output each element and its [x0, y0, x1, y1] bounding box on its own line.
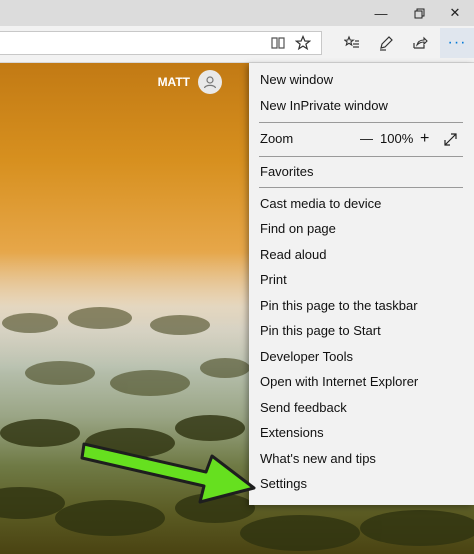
- pointer-arrow: [80, 442, 256, 504]
- web-note-button[interactable]: [370, 28, 402, 58]
- menu-item-cast-media[interactable]: Cast media to device: [260, 191, 381, 216]
- zoom-level: 100%: [380, 131, 414, 146]
- menu-item-send-feedback[interactable]: Send feedback: [260, 395, 347, 420]
- add-favorite-button[interactable]: [287, 28, 319, 58]
- fullscreen-button[interactable]: [444, 126, 457, 151]
- menu-item-print[interactable]: Print: [260, 267, 287, 292]
- menu-item-pin-start[interactable]: Pin this page to Start: [260, 318, 381, 343]
- menu-item-open-ie[interactable]: Open with Internet Explorer: [260, 369, 418, 394]
- minimize-icon: —: [374, 5, 388, 21]
- zoom-row: Zoom — 100% +: [249, 126, 474, 151]
- favorites-hub-button[interactable]: [336, 28, 368, 58]
- menu-item-whats-new[interactable]: What's new and tips: [260, 446, 376, 471]
- title-bar: — ✕: [0, 0, 474, 26]
- menu-divider: [259, 156, 463, 157]
- menu-item-extensions[interactable]: Extensions: [260, 420, 324, 445]
- reading-view-icon: [271, 37, 285, 49]
- zoom-out-button[interactable]: —: [360, 126, 373, 151]
- menu-item-new-inprivate-window[interactable]: New InPrivate window: [260, 93, 388, 118]
- favorites-hub-icon: [344, 35, 359, 48]
- web-note-icon: [380, 36, 393, 51]
- menu-item-pin-taskbar[interactable]: Pin this page to the taskbar: [260, 293, 418, 318]
- menu-item-new-window[interactable]: New window: [260, 67, 333, 92]
- share-button[interactable]: [404, 28, 436, 58]
- menu-divider: [259, 122, 463, 123]
- favorite-star-icon: [295, 35, 311, 51]
- profile-area[interactable]: MATT: [158, 70, 222, 94]
- close-button[interactable]: ✕: [436, 0, 474, 26]
- profile-name: MATT: [157, 75, 190, 89]
- close-icon: ✕: [449, 5, 461, 20]
- menu-item-find-on-page[interactable]: Find on page: [260, 216, 336, 241]
- avatar[interactable]: [198, 70, 222, 94]
- menu-item-read-aloud[interactable]: Read aloud: [260, 242, 327, 267]
- zoom-label: Zoom: [260, 131, 294, 146]
- restore-button[interactable]: [400, 0, 438, 26]
- menu-divider: [259, 187, 463, 188]
- menu-item-developer-tools[interactable]: Developer Tools: [260, 344, 353, 369]
- zoom-in-button[interactable]: +: [420, 126, 429, 151]
- share-icon: [413, 36, 428, 49]
- settings-and-more-menu: New window New InPrivate window Zoom — 1…: [249, 63, 474, 505]
- user-icon: [203, 76, 217, 89]
- more-button[interactable]: ···: [440, 28, 474, 58]
- more-icon: ···: [447, 34, 467, 51]
- fullscreen-icon: [444, 133, 457, 146]
- restore-icon: [414, 8, 424, 18]
- menu-item-settings[interactable]: Settings: [260, 471, 307, 496]
- minimize-button[interactable]: —: [362, 0, 400, 26]
- menu-item-favorites[interactable]: Favorites: [260, 159, 313, 184]
- browser-toolbar: ···: [0, 26, 474, 63]
